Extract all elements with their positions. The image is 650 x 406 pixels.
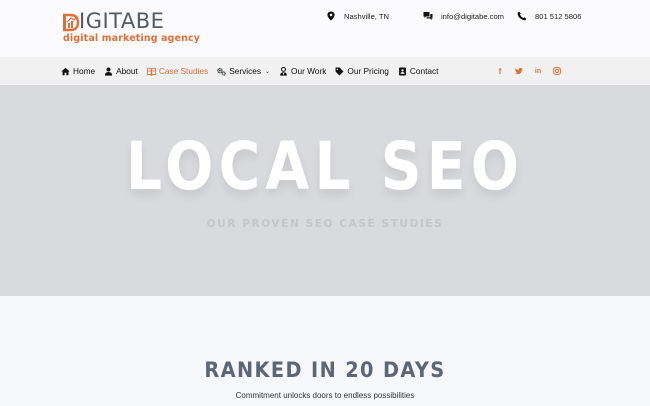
nav-item-services[interactable]: Services ⌄ xyxy=(217,66,270,76)
linkedin-icon[interactable]: in xyxy=(534,66,542,76)
logo-chart-d-icon xyxy=(63,13,80,32)
gears-icon xyxy=(217,67,226,76)
phone-icon xyxy=(517,11,527,21)
user-icon xyxy=(105,67,113,76)
chat-bubbles-icon xyxy=(423,12,433,20)
email-link[interactable]: info@digitabe.com xyxy=(441,12,504,21)
nav-label-our-pricing: Our Pricing xyxy=(347,66,389,76)
contact-phone[interactable]: 801 512 5806 xyxy=(517,9,581,23)
nav-item-home[interactable]: Home xyxy=(61,66,95,76)
ranked-section: RANKED IN 20 DAYS Commitment unlocks doo… xyxy=(0,296,650,406)
nav-label-about: About xyxy=(116,66,138,76)
map-pin-icon xyxy=(327,11,335,21)
nav-label-our-work: Our Work xyxy=(291,66,327,76)
logo-tagline: digital marketing agency xyxy=(63,33,201,44)
address-card-icon xyxy=(398,66,406,76)
nav-item-case-studies[interactable]: Case Studies xyxy=(146,66,209,76)
top-header: IGITABE digital marketing agency Nashvil… xyxy=(0,0,650,57)
nav-item-contact[interactable]: Contact xyxy=(398,66,439,76)
contact-email[interactable]: info@digitabe.com xyxy=(423,9,504,23)
hero-title: LOCAL SEO xyxy=(125,128,525,205)
user-tie-icon xyxy=(280,66,287,76)
nav-label-home: Home xyxy=(73,66,96,76)
location-text: Nashville, TN xyxy=(344,11,390,21)
main-nav: Home About Case Studies Services ⌄ Our W… xyxy=(61,57,447,85)
contact-location: Nashville, TN xyxy=(326,9,389,23)
twitter-icon[interactable] xyxy=(515,66,523,76)
facebook-icon[interactable]: f xyxy=(496,66,504,76)
social-links: f in xyxy=(496,57,561,85)
book-icon xyxy=(146,67,156,76)
nav-item-our-work[interactable]: Our Work xyxy=(279,66,326,76)
home-icon xyxy=(61,67,70,75)
tag-icon xyxy=(335,67,344,75)
nav-label-case-studies: Case Studies xyxy=(158,66,209,76)
hero-banner: LOCAL SEO OUR PROVEN SEO CASE STUDIES xyxy=(0,85,650,296)
digitabe-logo[interactable]: IGITABE digital marketing agency xyxy=(62,9,202,47)
nav-item-about[interactable]: About xyxy=(104,66,138,76)
hero-subtitle: OUR PROVEN SEO CASE STUDIES xyxy=(206,218,444,230)
section-title: RANKED IN 20 DAYS xyxy=(204,358,446,382)
nav-item-our-pricing[interactable]: Our Pricing xyxy=(335,66,389,76)
nav-label-contact: Contact xyxy=(409,66,439,76)
section-subtitle: Commitment unlocks doors to endless poss… xyxy=(235,391,415,400)
nav-label-services: Services xyxy=(229,66,262,76)
logo-wordmark: IGITABE xyxy=(79,9,165,33)
phone-link[interactable]: 801 512 5806 xyxy=(535,12,581,21)
chevron-down-icon: ⌄ xyxy=(265,68,271,75)
instagram-icon[interactable] xyxy=(553,66,561,76)
main-navbar: Home About Case Studies Services ⌄ Our W… xyxy=(0,57,650,85)
